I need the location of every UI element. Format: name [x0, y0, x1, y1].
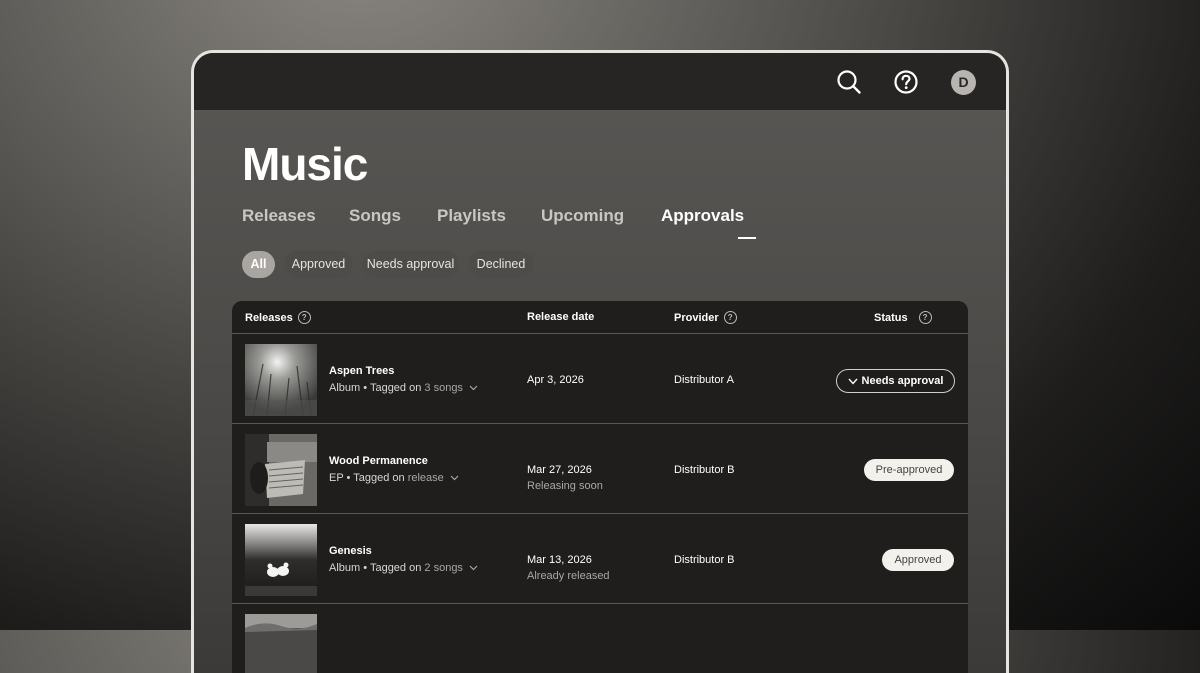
- status-label: Needs approval: [861, 375, 944, 387]
- provider-name: Distributor B: [674, 464, 735, 476]
- filter-approved[interactable]: Approved: [284, 251, 353, 278]
- album-cover: [245, 434, 317, 506]
- chevron-down-icon[interactable]: [469, 565, 478, 571]
- album-cover: [245, 524, 317, 596]
- release-date: Apr 3, 2026: [527, 374, 584, 386]
- release-date: Mar 27, 2026: [527, 464, 592, 476]
- tagged-link[interactable]: release: [408, 472, 444, 484]
- tagged-prefix: Tagged on: [353, 472, 405, 484]
- status-needs-approval-button[interactable]: Needs approval: [836, 369, 955, 393]
- help-icon[interactable]: ?: [723, 311, 737, 324]
- release-type: EP: [329, 472, 344, 484]
- avatar[interactable]: D: [951, 70, 976, 95]
- album-cover: [245, 614, 317, 673]
- help-icon[interactable]: [892, 68, 920, 96]
- tab-approvals[interactable]: Approvals: [661, 206, 744, 226]
- filter-declined[interactable]: Declined: [468, 251, 534, 278]
- column-releases-label: Releases: [245, 311, 293, 324]
- column-releases: Releases ?: [245, 311, 311, 324]
- filter-all[interactable]: All: [242, 251, 275, 278]
- tagged-link[interactable]: 2 songs: [424, 562, 463, 574]
- table-header: Releases ? Release date Provider ? Statu…: [232, 301, 968, 334]
- column-status: Status ?: [874, 311, 932, 324]
- release-type: Album: [329, 562, 361, 574]
- release-title[interactable]: Aspen Trees: [329, 365, 394, 377]
- release-date: Mar 13, 2026: [527, 554, 592, 566]
- page-title: Music: [242, 138, 368, 190]
- release-meta: Album • Tagged on 2 songs: [329, 562, 478, 574]
- app-window: D Music Releases Songs Playlists Upcomin…: [191, 50, 1009, 673]
- column-release-date-label: Release date: [527, 311, 595, 323]
- tab-playlists[interactable]: Playlists: [437, 206, 506, 226]
- release-date-note: Already released: [527, 570, 610, 582]
- release-meta: EP • Tagged on release: [329, 472, 459, 484]
- tab-upcoming[interactable]: Upcoming: [541, 206, 624, 226]
- approvals-table: Releases ? Release date Provider ? Statu…: [232, 301, 968, 673]
- chevron-down-icon: [848, 378, 858, 385]
- release-title[interactable]: Genesis: [329, 545, 372, 557]
- table-row[interactable]: [232, 604, 968, 673]
- chevron-down-icon[interactable]: [469, 385, 478, 391]
- tagged-prefix: Tagged on: [369, 382, 422, 394]
- tab-songs[interactable]: Songs: [349, 206, 401, 226]
- top-bar: D: [194, 53, 1006, 110]
- tab-releases[interactable]: Releases: [242, 206, 316, 226]
- release-meta: Album • Tagged on 3 songs: [329, 382, 478, 394]
- table-row[interactable]: Aspen Trees Album • Tagged on 3 songs Ap…: [232, 334, 968, 424]
- status-approved-badge[interactable]: Approved: [882, 549, 954, 571]
- status-pre-approved-badge[interactable]: Pre-approved: [864, 459, 954, 481]
- active-tab-indicator: [738, 237, 756, 239]
- chevron-down-icon[interactable]: [450, 475, 459, 481]
- filter-needs-approval[interactable]: Needs approval: [362, 251, 459, 278]
- help-icon[interactable]: ?: [297, 311, 311, 324]
- search-icon[interactable]: [835, 68, 863, 96]
- release-type: Album: [329, 382, 361, 394]
- provider-name: Distributor B: [674, 554, 735, 566]
- help-icon[interactable]: ?: [918, 311, 932, 324]
- provider-name: Distributor A: [674, 374, 734, 386]
- column-provider: Provider ?: [674, 311, 737, 324]
- table-row[interactable]: Wood Permanence EP • Tagged on release M…: [232, 424, 968, 514]
- column-status-label: Status: [874, 311, 908, 324]
- tagged-link[interactable]: 3 songs: [424, 382, 463, 394]
- release-date-note: Releasing soon: [527, 480, 603, 492]
- column-provider-label: Provider: [674, 311, 719, 324]
- table-row[interactable]: Genesis Album • Tagged on 2 songs Mar 13…: [232, 514, 968, 604]
- album-cover: [245, 344, 317, 416]
- column-release-date: Release date: [527, 311, 594, 323]
- release-title[interactable]: Wood Permanence: [329, 455, 428, 467]
- tagged-prefix: Tagged on: [369, 562, 422, 574]
